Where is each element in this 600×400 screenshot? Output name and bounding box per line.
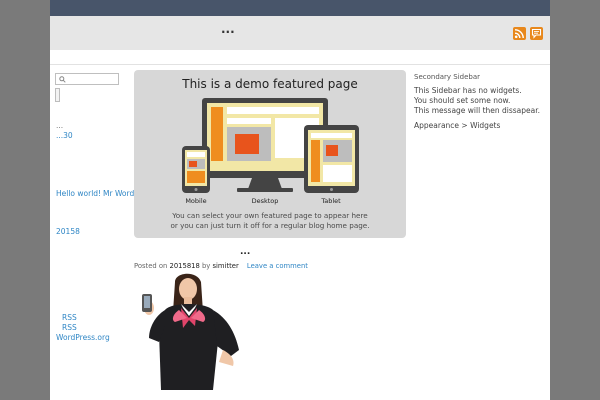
site-header: ... bbox=[50, 16, 550, 50]
featured-caption-line2: or you can just turn it off for a regula… bbox=[170, 221, 370, 230]
tablet-icon bbox=[304, 125, 359, 193]
secondary-sidebar-title: Secondary Sidebar bbox=[414, 73, 481, 81]
sidebar-notice-line3: This message will then dissapear. bbox=[414, 106, 541, 115]
leave-comment-link[interactable]: Leave a comment bbox=[247, 262, 308, 270]
sidebar-notice-line2: You should set some now. bbox=[414, 96, 511, 105]
post-date-link[interactable]: 2015818 bbox=[170, 262, 200, 270]
featured-caption: You can select your own featured page to… bbox=[134, 211, 406, 231]
featured-caption-line1: You can select your own featured page to… bbox=[172, 211, 368, 220]
comment-icon[interactable] bbox=[530, 27, 543, 40]
posted-on-label: Posted on bbox=[134, 262, 168, 270]
mobile-icon bbox=[182, 146, 210, 193]
site-title[interactable]: ... bbox=[221, 22, 235, 36]
search-button[interactable] bbox=[55, 88, 60, 102]
nav-divider bbox=[50, 64, 550, 65]
search-input[interactable] bbox=[66, 74, 114, 84]
featured-page-box[interactable]: This is a demo featured page Mobile Desk… bbox=[134, 70, 406, 238]
meta-wordpress-link[interactable]: WordPress.org bbox=[56, 333, 110, 342]
by-label: by bbox=[201, 262, 211, 270]
archive-year-link[interactable]: 20158 bbox=[56, 227, 80, 236]
post-image bbox=[142, 273, 239, 390]
search-field[interactable] bbox=[55, 73, 119, 85]
top-bar bbox=[50, 0, 550, 16]
archive-dots: ... bbox=[56, 121, 64, 130]
post-title[interactable]: ... bbox=[240, 247, 250, 257]
post-author-link[interactable]: simitter bbox=[213, 262, 239, 270]
post-meta: Posted on 2015818 by simitter Leave a co… bbox=[134, 262, 308, 270]
mobile-label: Mobile bbox=[185, 197, 206, 205]
recent-post-link[interactable]: Hello world! bbox=[56, 189, 101, 198]
search-icon bbox=[59, 75, 66, 83]
desktop-label: Desktop bbox=[252, 197, 279, 205]
meta-rss-comments-link[interactable]: RSS bbox=[62, 323, 77, 332]
meta-rss-link[interactable]: RSS bbox=[62, 313, 77, 322]
page: ... ... ...30 Hello world! Mr WordPress bbox=[50, 0, 550, 400]
archive-link[interactable]: ...30 bbox=[56, 131, 73, 140]
rss-icon[interactable] bbox=[513, 27, 526, 40]
tablet-label: Tablet bbox=[320, 197, 341, 205]
sidebar-notice-line1: This Sidebar has no widgets. bbox=[414, 86, 522, 95]
appearance-widgets-link[interactable]: Appearance > Widgets bbox=[414, 121, 500, 130]
